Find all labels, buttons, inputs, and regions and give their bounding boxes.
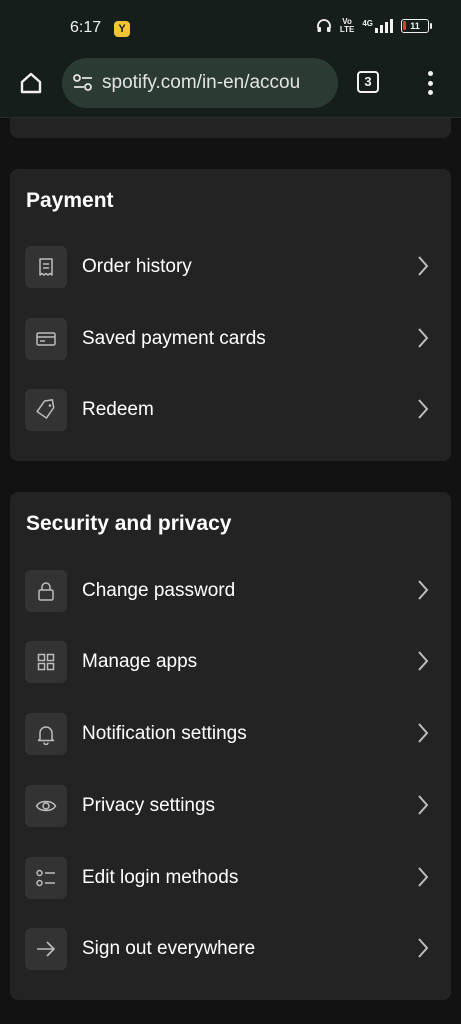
item-label: Order history [82, 256, 192, 277]
section-title: Payment [26, 189, 114, 212]
chevron-right-icon [411, 865, 435, 889]
item-label: Privacy settings [82, 795, 216, 816]
chevron-right-icon [411, 936, 435, 960]
arrow-right-icon [25, 928, 67, 970]
browser-toolbar: spotify.com/in-en/accou 3 [0, 56, 461, 118]
lock-icon [25, 570, 67, 612]
headphones-icon [316, 18, 332, 34]
item-label: Manage apps [82, 651, 198, 672]
signal-icon: 4G [362, 19, 393, 33]
item-label: Sign out everywhere [82, 938, 256, 959]
battery-icon: 11 [401, 19, 432, 33]
tag-icon [25, 389, 67, 431]
home-button[interactable] [16, 68, 46, 98]
redeem-item[interactable]: Redeem [10, 381, 451, 439]
chevron-right-icon [411, 326, 435, 350]
notification-settings-item[interactable]: Notification settings [10, 705, 451, 763]
status-icons: Vo LTE 4G 11 [316, 17, 432, 34]
item-label: Redeem [82, 399, 154, 420]
chevron-right-icon [411, 397, 435, 421]
bell-icon [25, 713, 67, 755]
manage-apps-item[interactable]: Manage apps [10, 633, 451, 691]
privacy-settings-item[interactable]: Privacy settings [10, 777, 451, 835]
security-privacy-section: Security and privacy Change password Man… [10, 492, 451, 1000]
chevron-right-icon [411, 578, 435, 602]
item-label: Change password [82, 580, 236, 601]
list-icon [25, 857, 67, 899]
url-text[interactable]: spotify.com/in-en/accou [102, 72, 328, 94]
receipt-icon [25, 246, 67, 288]
credit-card-icon [25, 318, 67, 360]
saved-payment-cards-item[interactable]: Saved payment cards [10, 310, 451, 368]
status-time: 6:17 [70, 19, 102, 36]
home-icon [20, 72, 42, 94]
address-bar[interactable]: spotify.com/in-en/accou [62, 58, 338, 108]
item-label: Notification settings [82, 723, 247, 744]
item-label: Saved payment cards [82, 328, 266, 349]
payment-section: Payment Order history Saved payment card… [10, 169, 451, 461]
battery-level: 11 [410, 21, 420, 31]
status-bar: 6:17 Y Vo LTE 4G 11 [0, 0, 461, 56]
chevron-right-icon [411, 721, 435, 745]
network-type: 4G [362, 19, 373, 28]
previous-card [10, 118, 451, 138]
site-settings-icon[interactable] [72, 73, 94, 93]
change-password-item[interactable]: Change password [10, 562, 451, 620]
order-history-item[interactable]: Order history [10, 238, 451, 296]
eye-icon [25, 785, 67, 827]
chevron-right-icon [411, 649, 435, 673]
item-label: Edit login methods [82, 867, 239, 888]
chevron-right-icon [411, 254, 435, 278]
grid-icon [25, 641, 67, 683]
tab-switcher-button[interactable]: 3 [357, 71, 379, 93]
sign-out-everywhere-item[interactable]: Sign out everywhere [10, 920, 451, 978]
more-menu-icon[interactable] [418, 69, 442, 97]
section-title: Security and privacy [26, 512, 232, 535]
chevron-right-icon [411, 793, 435, 817]
notification-badge: Y [114, 21, 130, 37]
edit-login-methods-item[interactable]: Edit login methods [10, 849, 451, 907]
volte-indicator: Vo LTE [339, 17, 355, 34]
